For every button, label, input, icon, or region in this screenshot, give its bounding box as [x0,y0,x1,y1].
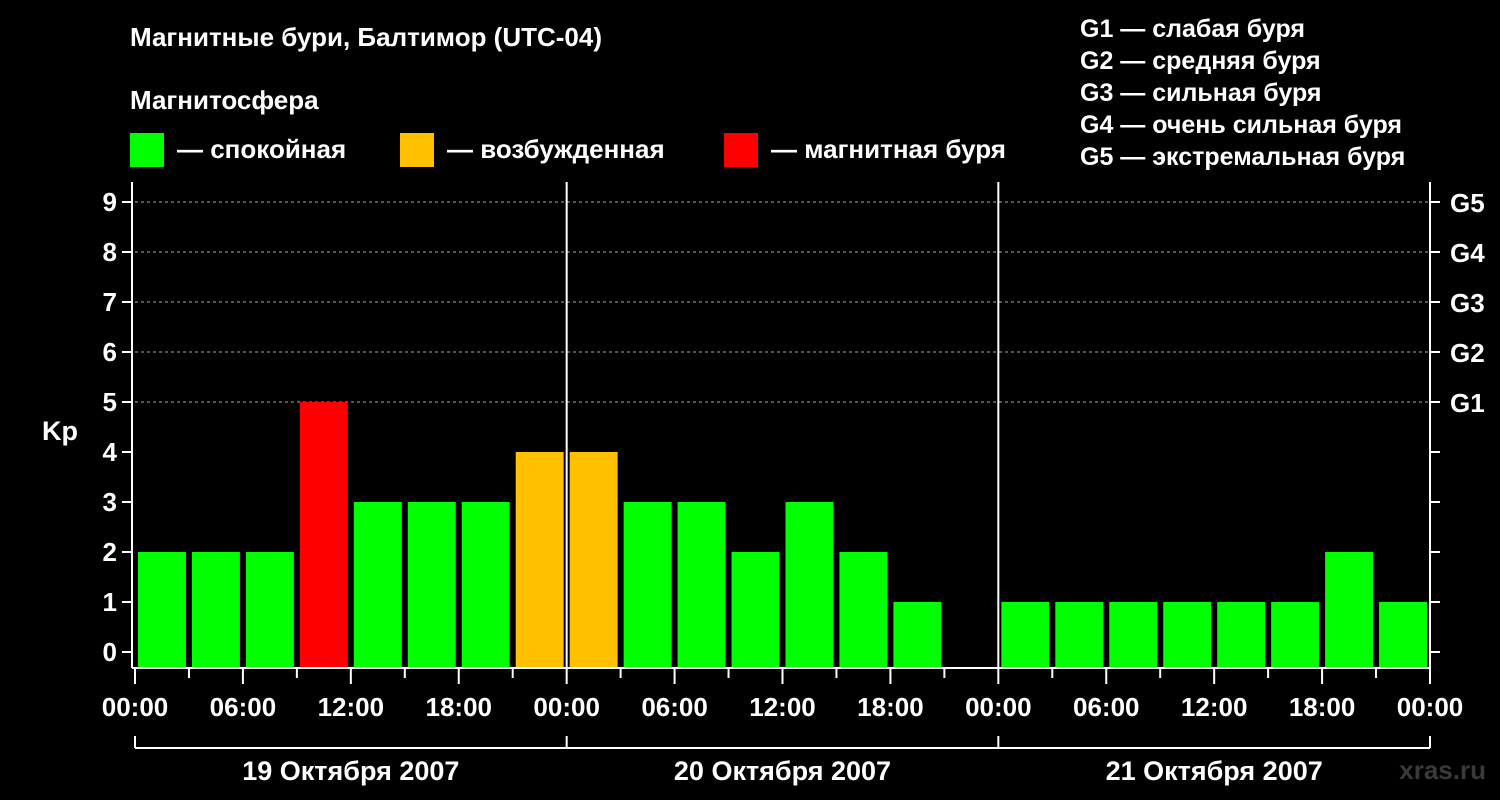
day-label: 19 Октября 2007 [242,756,459,786]
kp-bar [785,502,834,668]
kp-bar [1217,602,1266,668]
x-tick-label: 12:00 [1181,692,1248,722]
x-tick-label: 12:00 [318,692,385,722]
y-tick-label: 8 [103,237,117,267]
kp-bar [461,502,510,668]
storm-level-tick-label: G1 [1450,388,1485,418]
y-tick-label: 2 [103,537,117,567]
kp-bar [569,452,618,668]
kp-bar [407,502,456,668]
y-tick-label: 4 [103,437,118,467]
y-tick-label: 3 [103,487,117,517]
kp-bar [1109,602,1158,668]
kp-bar [191,552,240,668]
kp-bar [1163,602,1212,668]
x-tick-label: 00:00 [1397,692,1464,722]
kp-bar [1055,602,1104,668]
kp-bar [677,502,726,668]
y-tick-label: 0 [103,637,117,667]
x-tick-label: 18:00 [1289,692,1356,722]
kp-bar [1001,602,1050,668]
kp-bar [299,402,348,668]
y-tick-label: 7 [103,287,117,317]
kp-bar [731,552,780,668]
y-axis-label: Kp [42,416,78,446]
x-tick-label: 00:00 [102,692,169,722]
kp-bar [1379,602,1427,668]
x-tick-label: 00:00 [533,692,600,722]
kp-bar [1271,602,1320,668]
kp-bar [893,602,942,668]
kp-bar [839,552,888,668]
storm-level-tick-label: G4 [1450,238,1485,268]
y-tick-label: 1 [103,587,117,617]
brand-watermark: xras.ru [1399,755,1486,785]
kp-bar [623,502,672,668]
x-tick-label: 00:00 [965,692,1032,722]
kp-bar-chart: 0 1 2 3 4 5 6 7 8 9 Kp G1 G2 G3 G4 G5 00:00 06:00 12:00 18:… [42,182,1485,786]
storm-level-tick-label: G3 [1450,288,1485,318]
y-tick-label: 6 [103,337,117,367]
x-tick-label: 18:00 [426,692,493,722]
y-tick-label: 5 [103,387,117,417]
day-label: 21 Октября 2007 [1106,756,1323,786]
day-label: 20 Октября 2007 [674,756,891,786]
kp-bar [245,552,294,668]
x-tick-label: 06:00 [210,692,277,722]
kp-bar [353,502,402,668]
y-tick-label: 9 [103,187,117,217]
storm-level-tick-label: G2 [1450,338,1485,368]
x-tick-label: 06:00 [641,692,708,722]
kp-bar [515,452,564,668]
x-tick-label: 06:00 [1073,692,1140,722]
kp-bar [1325,552,1374,668]
x-tick-label: 12:00 [749,692,816,722]
x-tick-label: 18:00 [857,692,924,722]
kp-bar [138,552,186,668]
storm-level-tick-label: G5 [1450,188,1485,218]
